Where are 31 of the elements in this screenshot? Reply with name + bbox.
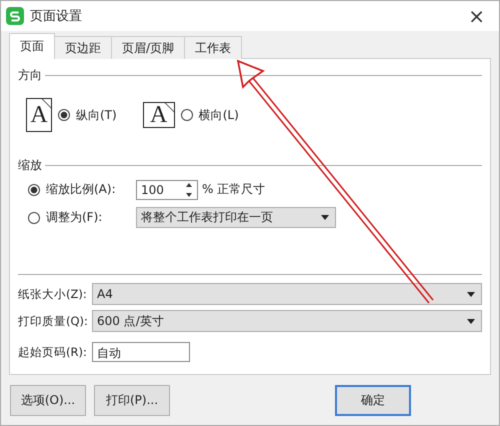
tab[interactable]: 页面 — [9, 33, 55, 59]
dialog-button[interactable]: 确定 — [335, 385, 411, 416]
section-title: 方向 — [18, 66, 42, 84]
field-label: 起始页码(R): — [18, 344, 88, 360]
dialog-button[interactable]: 选项(O)... — [10, 385, 86, 416]
radio-label: 横向(L) — [198, 106, 239, 124]
dialog-button[interactable]: 打印(P)... — [94, 385, 170, 416]
window-title: 页面设置 — [30, 8, 83, 25]
radio-label: 纵向(T) — [76, 106, 117, 124]
radio-label: 调整为(F): — [46, 209, 104, 226]
field-label: 纸张大小(Z): — [18, 286, 88, 302]
fit-dropdown[interactable]: 将整个工作表打印在一页 — [136, 207, 336, 228]
page-orientation-icon: A — [142, 102, 175, 128]
input-field[interactable]: 自动 — [92, 342, 190, 362]
radio-label: 缩放比例(A): — [46, 181, 117, 198]
radio-button[interactable] — [58, 109, 70, 121]
field-label: 打印质量(Q): — [18, 314, 89, 328]
tab[interactable]: 页眉/页脚 — [111, 36, 186, 59]
scale-unit-label: % 正常尺寸 — [202, 181, 266, 198]
radio-button[interactable] — [28, 184, 40, 196]
radio-button[interactable] — [180, 109, 193, 121]
tab[interactable]: 工作表 — [184, 36, 242, 59]
scale-spinner[interactable]: 100 — [136, 180, 198, 200]
radio-button[interactable] — [28, 212, 40, 224]
close-button[interactable]: × — [462, 6, 491, 26]
app-icon — [6, 7, 24, 25]
section-title: 缩放 — [18, 156, 42, 174]
tab[interactable]: 页边距 — [54, 36, 112, 59]
page-orientation-icon: A — [26, 98, 52, 132]
paper-size-dropdown[interactable]: A4 — [92, 283, 482, 305]
print-quality-dropdown[interactable]: 600 点/英寸 — [92, 310, 482, 332]
